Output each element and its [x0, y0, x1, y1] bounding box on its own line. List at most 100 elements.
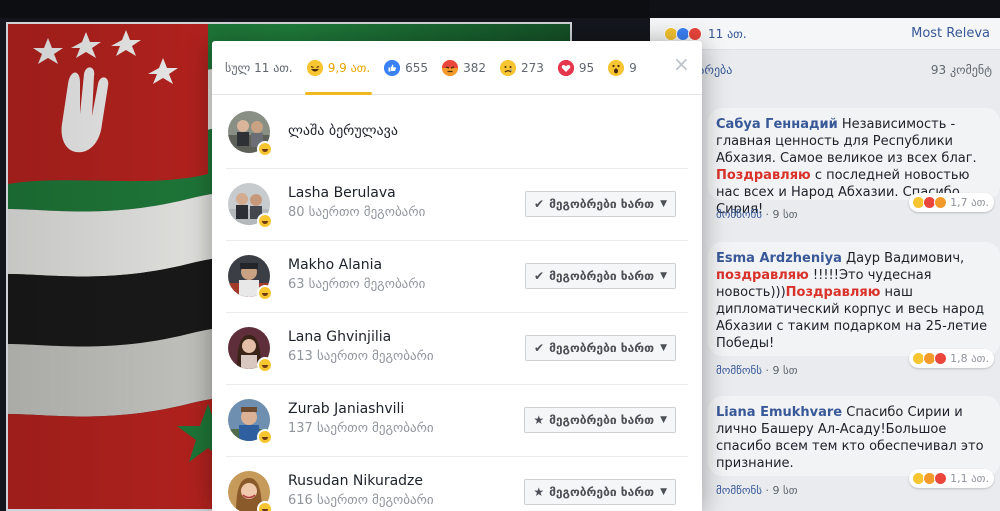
reactor-name[interactable]: Zurab Janiashvili	[288, 401, 404, 417]
reactor-row: Rusudan Nikuradze 616 საერთო მეგობარი ★ …	[226, 457, 688, 511]
reactor-row: Lana Ghvinjilia 613 საერთო მეგობარი ✔ მე…	[226, 313, 688, 385]
tab-label: 95	[578, 60, 595, 75]
check-icon: ✔	[534, 269, 545, 283]
sad-icon	[499, 59, 516, 76]
mutual-friends[interactable]: 613 საერთო მეგობარი	[288, 349, 434, 364]
tab-all[interactable]: სულ 11 ათ.	[225, 41, 293, 95]
tab-label: 382	[463, 60, 486, 75]
friends-button[interactable]: ✔ მეგობრები ხართ ▼	[525, 335, 676, 361]
comment-text: Даур Вадимович,	[841, 251, 965, 266]
reactor-row: Makho Alania 63 საერთო მეგობარი ✔ მეგობრ…	[226, 241, 688, 313]
tab-angry[interactable]: 382	[442, 41, 486, 95]
friends-button[interactable]: ✔ მეგობრები ხართ ▼	[525, 191, 676, 217]
comments-header: 11 ათ. Most Releva	[650, 18, 1000, 50]
reactor-row: Zurab Janiashvili 137 საერთო მეგობარი ★ …	[226, 385, 688, 457]
friends-button[interactable]: ✔ მეგობრები ხართ ▼	[525, 263, 676, 289]
tab-like[interactable]: 655	[384, 41, 428, 95]
comment-reactions[interactable]: 1,7 ათ.	[909, 193, 994, 212]
haha-icon	[257, 429, 273, 445]
comment: Esma Ardzheniya Даур Вадимович, поздравл…	[708, 242, 1000, 368]
comment-highlight: Поздравляю	[785, 285, 881, 300]
button-label: მეგობრები ხართ	[549, 269, 655, 283]
reactor-name[interactable]: Makho Alania	[288, 257, 382, 273]
chevron-down-icon: ▼	[660, 415, 667, 425]
reaction-count: 1,7 ათ.	[950, 196, 989, 209]
comment-meta: მომწონს · 9 სთ	[716, 208, 798, 221]
chevron-down-icon: ▼	[660, 199, 667, 209]
comment-author[interactable]: Liana Emukhvare	[716, 405, 842, 420]
reaction-count[interactable]: 11 ათ.	[708, 27, 747, 41]
comment-meta: მომწონს · 9 სთ	[716, 484, 798, 497]
wow-icon	[608, 59, 625, 76]
timestamp: · 9 სთ	[761, 364, 798, 377]
like-link[interactable]: მომწონს	[716, 364, 762, 377]
haha-icon	[257, 501, 273, 511]
haha-icon	[257, 285, 273, 301]
tab-label: 655	[405, 60, 429, 75]
star-icon: ★	[533, 413, 545, 427]
comment-author[interactable]: Esma Ardzheniya	[716, 251, 842, 266]
friends-button[interactable]: ★ მეგობრები ხართ ▼	[524, 407, 676, 433]
reactor-row: ლაშა ბერულავა	[226, 97, 688, 169]
like-link[interactable]: მომწონს	[716, 208, 762, 221]
angry-icon	[688, 26, 702, 41]
mutual-friends[interactable]: 80 საერთო მეგობარი	[288, 205, 425, 220]
chevron-down-icon: ▼	[660, 271, 667, 281]
reactor-name[interactable]: Lana Ghvinjilia	[288, 329, 391, 345]
reaction-summary[interactable]	[664, 26, 702, 41]
love-icon	[557, 59, 574, 76]
reactor-name[interactable]: Rusudan Nikuradze	[288, 473, 423, 489]
reactor-name[interactable]: Lasha Berulava	[288, 185, 396, 201]
comment: Сабуа Геннадий Независимость - главная ц…	[708, 108, 1000, 217]
like-icon	[384, 59, 401, 76]
angry-icon	[934, 352, 948, 365]
reactor-row: Lasha Berulava 80 საერთო მეგობარი ✔ მეგო…	[226, 169, 688, 241]
haha-icon	[257, 141, 273, 157]
mutual-friends[interactable]: 616 საერთო მეგობარი	[288, 493, 434, 508]
tab-label: 9,9 ათ.	[327, 60, 371, 75]
top-bar	[0, 0, 650, 18]
sad-icon	[934, 196, 948, 209]
like-link[interactable]: მომწონს	[716, 484, 762, 497]
tab-label: 9	[629, 60, 637, 75]
button-label: მეგობრები ხართ	[549, 197, 655, 211]
button-label: მეგობრები ხართ	[549, 413, 655, 427]
friends-button[interactable]: ★ მეგობრები ხართ ▼	[524, 479, 676, 505]
button-label: მეგობრები ხართ	[549, 485, 655, 499]
timestamp: · 9 სთ	[761, 208, 798, 221]
chevron-down-icon: ▼	[660, 487, 667, 497]
comment-reactions[interactable]: 1,1 ათ.	[909, 469, 994, 488]
sort-dropdown[interactable]: Most Releva	[911, 26, 990, 41]
reactor-name[interactable]: ლაშა ბერულავა	[288, 123, 398, 139]
chevron-down-icon: ▼	[660, 343, 667, 353]
tab-wow[interactable]: 9	[608, 41, 637, 95]
reaction-tabs: სულ 11 ათ. 9,9 ათ. 655 382 273 95 9 ×	[212, 41, 702, 95]
mutual-friends[interactable]: 137 საერთო მეგობარი	[288, 421, 434, 436]
angry-icon	[934, 472, 948, 485]
tab-haha[interactable]: 9,9 ათ.	[304, 41, 373, 95]
timestamp: · 9 სთ	[761, 484, 798, 497]
tab-sad[interactable]: 273	[499, 41, 544, 95]
mutual-friends[interactable]: 63 საერთო მეგობარი	[288, 277, 425, 292]
haha-icon	[257, 213, 273, 229]
comment-highlight: Поздравляю	[716, 168, 811, 183]
comment-total[interactable]: 93 კომენტ	[931, 63, 992, 77]
tab-label: სულ 11 ათ.	[225, 60, 293, 75]
tab-love[interactable]: 95	[557, 41, 595, 95]
comment-reactions[interactable]: 1,8 ათ.	[909, 349, 994, 368]
comment-author[interactable]: Сабуа Геннадий	[716, 117, 838, 132]
angry-icon	[442, 59, 459, 76]
reactions-dialog: სულ 11 ათ. 9,9 ათ. 655 382 273 95 9 × ლა…	[212, 41, 702, 511]
reaction-count: 1,1 ათ.	[950, 472, 989, 485]
comment-meta: მომწონს · 9 სთ	[716, 364, 798, 377]
comments-panel: 11 ათ. Most Releva აზიარება 93 კომენტ Са…	[650, 18, 1000, 511]
close-icon[interactable]: ×	[673, 54, 690, 74]
check-icon: ✔	[534, 197, 545, 211]
comment-highlight: поздравляю	[716, 268, 809, 283]
comments-subheader: აზიარება 93 კომენტ	[650, 50, 1000, 90]
check-icon: ✔	[534, 341, 545, 355]
star-icon: ★	[533, 485, 545, 499]
button-label: მეგობრები ხართ	[549, 341, 655, 355]
comment: Liana Emukhvare Спасибо Сирии и лично Ба…	[708, 396, 1000, 488]
haha-icon	[306, 59, 323, 76]
